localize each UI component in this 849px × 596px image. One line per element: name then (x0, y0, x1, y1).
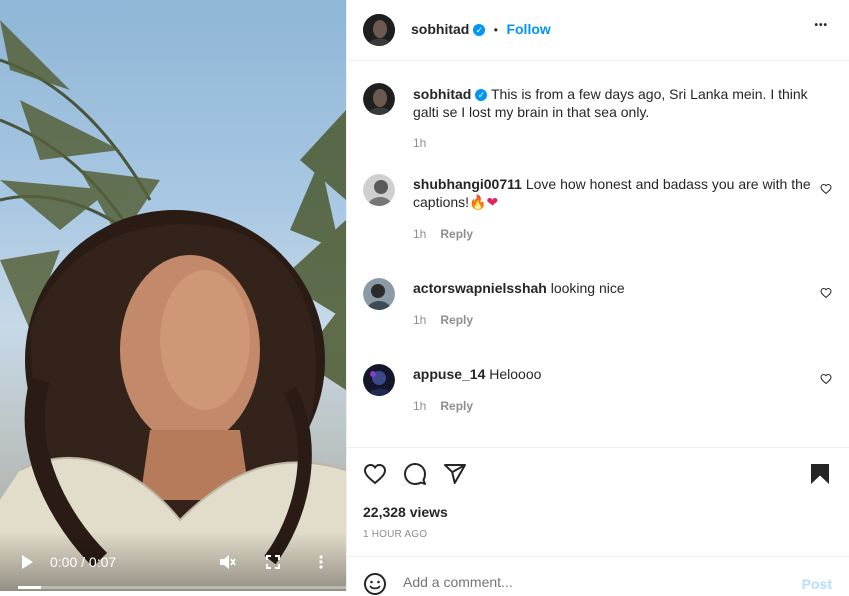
reply-button[interactable]: Reply (440, 227, 473, 241)
comment-body: actorswapnielsshah looking nice (413, 279, 813, 297)
caption-time[interactable]: 1h (413, 136, 426, 150)
verified-badge-icon: ✓ (475, 89, 488, 102)
comment-avatar[interactable] (363, 278, 395, 310)
comment-body: shubhangi00711 Love how honest and badas… (413, 175, 813, 211)
comment-text: looking nice (550, 280, 625, 296)
video-progress-bar[interactable] (18, 586, 346, 589)
comment-avatar[interactable] (363, 174, 395, 206)
follow-button[interactable]: Follow (506, 21, 550, 37)
share-send-icon[interactable] (443, 462, 467, 486)
fullscreen-icon[interactable] (266, 555, 280, 569)
view-count[interactable]: 22,328 views (363, 504, 448, 520)
video-frame (0, 20, 346, 591)
add-comment-bar: Post (347, 556, 849, 595)
avatar[interactable] (363, 14, 395, 46)
like-heart-icon[interactable] (363, 462, 387, 486)
video-options-icon[interactable] (318, 554, 324, 570)
comment-username[interactable]: appuse_14 (413, 366, 485, 382)
post-panel: sobhitad ✓ • Follow ••• sobhitad ✓ This is… (346, 0, 849, 595)
video-time: 0:00 / 0:07 (50, 554, 117, 570)
reply-button[interactable]: Reply (440, 313, 473, 327)
comment-username[interactable]: actorswapnielsshah (413, 280, 547, 296)
comment-meta: 1h Reply (413, 227, 473, 241)
save-bookmark-icon[interactable] (809, 462, 831, 486)
like-comment-heart-icon[interactable] (820, 373, 832, 385)
verified-badge-icon: ✓ (473, 23, 486, 36)
post-header: sobhitad ✓ • Follow ••• (347, 0, 849, 61)
video-progress-fill (18, 586, 41, 589)
header-username[interactable]: sobhitad (411, 21, 469, 37)
header-dot: • (493, 23, 498, 37)
caption-username[interactable]: sobhitad (413, 86, 471, 102)
emoji-icon[interactable] (363, 572, 387, 596)
caption-avatar[interactable] (363, 83, 395, 115)
post-actions-divider (347, 447, 849, 448)
comment-meta: 1h Reply (413, 399, 473, 413)
play-icon[interactable] (20, 554, 34, 570)
comment-meta: 1h Reply (413, 313, 473, 327)
comment-bubble-icon[interactable] (403, 462, 427, 486)
comment-username[interactable]: shubhangi00711 (413, 176, 522, 192)
comment-input[interactable] (401, 573, 785, 591)
comment-emoji: 🔥❤ (469, 194, 499, 210)
like-comment-heart-icon[interactable] (820, 183, 832, 195)
mute-icon[interactable] (218, 553, 236, 571)
caption: sobhitad ✓ This is from a few days ago, S… (413, 85, 823, 121)
comment-text: Heloooo (489, 366, 542, 382)
reply-button[interactable]: Reply (440, 399, 473, 413)
comment-body: appuse_14 Heloooo (413, 365, 813, 383)
comment-time[interactable]: 1h (413, 227, 426, 241)
caption-meta: 1h (413, 136, 426, 150)
comment-time[interactable]: 1h (413, 313, 426, 327)
video-player[interactable]: 0:00 / 0:07 (0, 0, 346, 591)
post-time[interactable]: 1 HOUR AGO (363, 529, 427, 540)
more-options-icon[interactable]: ••• (814, 20, 828, 31)
like-comment-heart-icon[interactable] (820, 287, 832, 299)
caption-text: This is from a few days ago, Sri Lanka m… (413, 86, 808, 120)
comment-time[interactable]: 1h (413, 399, 426, 413)
header-user-line: sobhitad ✓ • Follow (411, 21, 551, 39)
comment-avatar[interactable] (363, 364, 395, 396)
post-button[interactable]: Post (802, 576, 832, 592)
